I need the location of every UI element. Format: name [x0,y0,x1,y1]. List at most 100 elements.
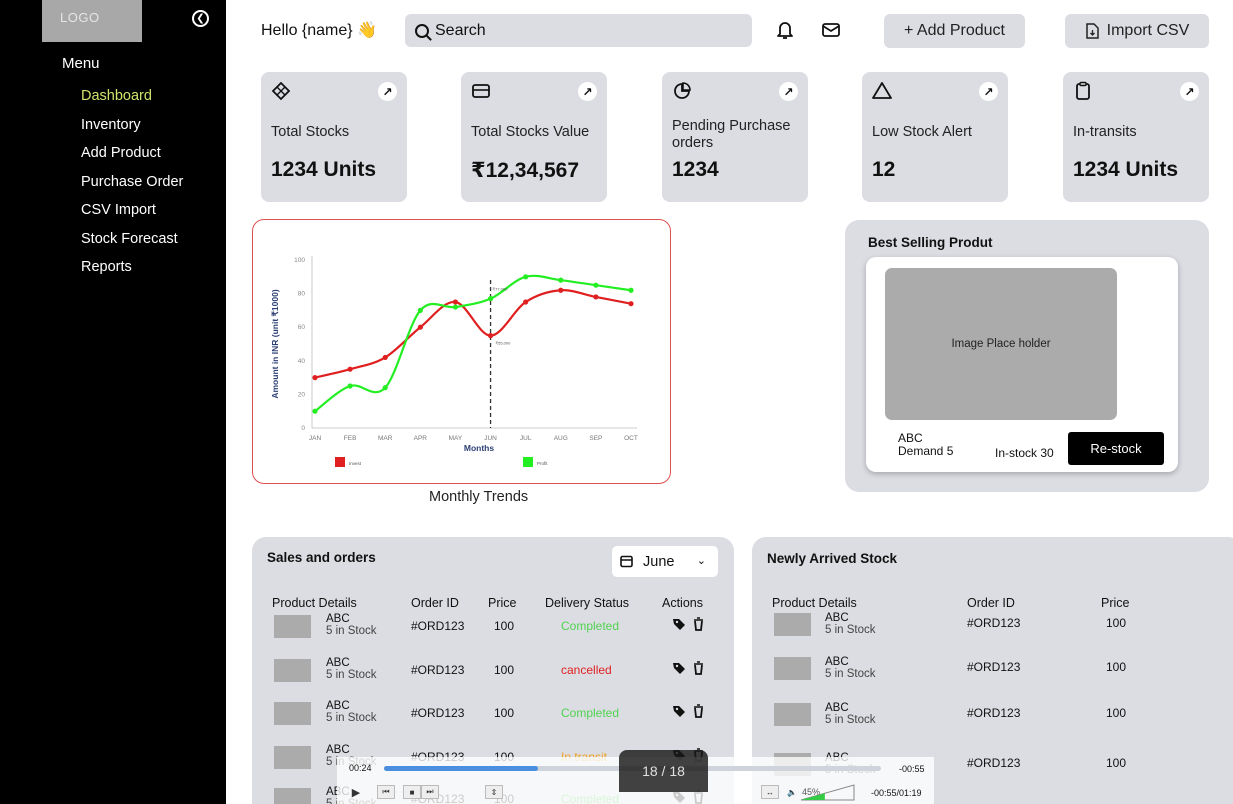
open-arrow-icon[interactable]: ↗ [578,82,597,101]
collapse-sidebar-icon[interactable]: ❮ [192,10,209,27]
edit-tag-icon[interactable] [673,619,685,630]
col-order: Order ID [967,596,1015,610]
open-arrow-icon[interactable]: ↗ [979,82,998,101]
product-name: ABC [326,613,350,625]
legend-label: Invest [349,461,362,466]
product-stock: 5 in Stock [825,668,876,680]
play-icon[interactable]: ▶ [347,785,365,799]
product-thumbnail [274,659,311,682]
volume-slider[interactable] [800,784,855,801]
x-tick-label: APR [414,435,428,442]
table-row[interactable]: ABC5 in Stock #ORD123 100 Completed [252,698,734,742]
bell-icon[interactable] [774,19,796,41]
price: 100 [1106,616,1127,630]
stat-card-total-stocks[interactable]: ↗ Total Stocks 1234 Units [261,72,407,202]
col-status: Delivery Status [545,596,630,610]
open-arrow-icon[interactable]: ↗ [378,82,397,101]
table-row[interactable]: ABC5 in Stock #ORD123 100 [752,702,1233,747]
row-actions [673,704,703,718]
mail-icon[interactable] [820,19,842,41]
legend-swatch [335,457,345,467]
search-bar[interactable] [405,14,752,47]
arrivals-title: Newly Arrived Stock [767,551,898,566]
data-point [628,301,634,307]
product-thumbnail [274,615,311,638]
stat-value: 1234 [672,158,719,181]
monthly-trends-chart: 0 20 40 60 80 100 JAN FEB MAR APR MAY JUN JUL AUG SEP O… [252,219,671,484]
col-product: Product Details [772,596,857,610]
search-input[interactable] [435,21,735,40]
stat-label: In-transits [1073,124,1137,140]
sidebar-item-csv-import[interactable]: CSV Import [81,200,183,229]
data-point [487,333,494,339]
x-tick-label: SEP [589,435,602,442]
stop-icon[interactable]: ■ [403,785,421,799]
best-product-demand: Demand 5 [898,444,954,458]
sidebar-item-inventory[interactable]: Inventory [81,115,183,144]
sidebar-item-purchase-order[interactable]: Purchase Order [81,172,183,201]
sales-title: Sales and orders [267,550,376,565]
table-row[interactable]: ABC5 in Stock #ORD123 100 Completed [252,611,734,655]
sidebar-item-reports[interactable]: Reports [81,257,183,286]
x-tick-label: OCT [624,435,638,442]
legend-swatch [523,457,533,467]
import-csv-label: Import CSV [1106,22,1190,39]
stat-card-total-stocks-value[interactable]: ↗ Total Stocks Value ₹12,34,567 [461,72,607,202]
edit-tag-icon[interactable] [673,663,685,674]
sidebar-item-stock-forecast[interactable]: Stock Forecast [81,229,183,258]
stat-card-pending-purchase-orders[interactable]: ↗ Pending Purchase orders 1234 [662,72,808,202]
open-arrow-icon[interactable]: ↗ [1180,82,1199,101]
open-arrow-icon[interactable]: ↗ [779,82,798,101]
chevron-down-icon: ⌄ [696,555,706,567]
pie-icon [674,82,691,99]
product-thumbnail [274,746,311,769]
delivery-status: Completed [561,706,620,720]
edit-tag-icon[interactable] [673,706,685,717]
cube-icon [271,81,291,101]
product-stock: 5 in Stock [825,624,876,636]
stat-card-in-transits[interactable]: ↗ In-transits 1234 Units [1063,72,1209,202]
annotation-lower: ₹55,000 [496,341,512,346]
price: 100 [494,663,515,677]
delivery-status: cancelled [561,663,612,677]
menu-title: Menu [62,55,100,72]
product-thumbnail [274,788,311,804]
product-name: ABC [825,612,849,624]
import-csv-button[interactable]: Import CSV [1065,14,1209,48]
fullscreen-icon[interactable]: ⇕ [485,785,503,799]
product-details: ABC5 in Stock [825,612,876,636]
y-tick-label: 100 [294,257,305,264]
volume-icon[interactable]: 🔈 [783,785,801,799]
product-stock: 5 in Stock [326,625,377,637]
delete-icon[interactable] [694,704,703,718]
y-tick-label: 60 [298,324,306,331]
data-point [417,324,423,330]
y-tick-label: 80 [298,291,306,298]
table-row[interactable]: ABC 5 in Stock #ORD123 100 cancelled [252,655,734,699]
series-line-profit [314,274,632,413]
col-actions: Actions [662,596,703,610]
skip-forward-icon[interactable]: ⏭ [421,785,439,799]
product-name: ABC [825,702,849,714]
x-axis-label: Months [464,443,494,453]
sidebar-item-add-product[interactable]: Add Product [81,143,183,172]
stretch-icon[interactable]: ↔ [761,785,779,799]
add-product-button[interactable]: + Add Product [884,14,1025,48]
skip-back-icon[interactable]: ⏮ [377,785,395,799]
month-select[interactable]: June ⌄ [612,546,718,577]
x-tick-label: JUN [484,435,497,442]
data-point [382,385,388,391]
table-row[interactable]: ABC5 in Stock #ORD123 100 [752,656,1233,701]
order-id: #ORD123 [967,706,1021,720]
data-point [347,383,353,389]
warning-icon [872,82,892,99]
data-point [452,304,459,310]
table-row[interactable]: ABC5 in Stock #ORD123 100 [752,612,1233,657]
product-stock: 5 in Stock [326,712,377,724]
sidebar-item-dashboard[interactable]: Dashboard [81,86,183,115]
stat-card-low-stock-alert[interactable]: ↗ Low Stock Alert 12 [862,72,1008,202]
delete-icon[interactable] [694,617,703,631]
data-point [452,299,459,305]
delete-icon[interactable] [694,661,703,675]
restock-button[interactable]: Re-stock [1068,432,1164,465]
